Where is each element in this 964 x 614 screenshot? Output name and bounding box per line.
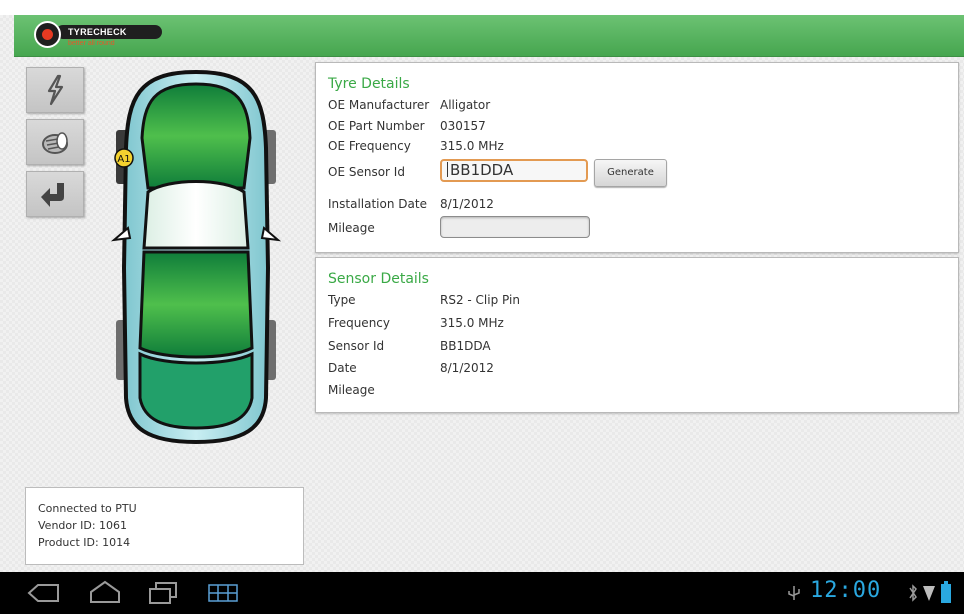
product-id: Product ID: 1014 xyxy=(38,536,131,549)
bluetooth-icon xyxy=(909,584,917,602)
mileage-label: Mileage xyxy=(328,221,375,235)
mileage-input[interactable] xyxy=(440,216,590,238)
sensor-type-label: Type xyxy=(328,293,356,307)
selected-wheel-badge-label: A1 xyxy=(117,154,130,165)
back-arrow-icon xyxy=(41,183,64,207)
recent-apps-icon[interactable] xyxy=(148,581,178,605)
brand-name: TYRECHECK xyxy=(56,25,162,39)
oe-sensor-id-value: BB1DDA xyxy=(450,161,514,179)
system-bar: 12:00 xyxy=(0,572,964,614)
brand-tagline: better all round xyxy=(68,40,115,47)
oe-frequency-label: OE Frequency xyxy=(328,139,411,153)
oe-part-number-label: OE Part Number xyxy=(328,119,425,133)
car-diagram: A1 xyxy=(110,69,282,445)
logo-mark-icon xyxy=(34,21,61,48)
tyre-button[interactable] xyxy=(26,119,84,165)
generate-button[interactable]: Generate xyxy=(594,159,667,187)
tyre-details-title: Tyre Details xyxy=(328,76,410,92)
sensor-mileage-label: Mileage xyxy=(328,383,375,397)
home-icon[interactable] xyxy=(88,580,122,604)
top-margin xyxy=(0,0,964,15)
oe-part-number-value: 030157 xyxy=(440,119,486,133)
sensor-id-label: Sensor Id xyxy=(328,339,385,353)
sensor-details-title: Sensor Details xyxy=(328,271,429,287)
usb-icon xyxy=(788,586,800,600)
back-icon[interactable] xyxy=(26,582,60,604)
keyboard-icon[interactable] xyxy=(208,584,238,602)
sensor-details-card: Sensor Details Type RS2 - Clip Pin Frequ… xyxy=(315,257,959,413)
tyrecheck-logo: TYRECHECK better all round xyxy=(34,21,164,51)
connection-status-panel: Connected to PTU Vendor ID: 1061 Product… xyxy=(25,487,304,565)
vendor-id: Vendor ID: 1061 xyxy=(38,519,128,532)
clock[interactable]: 12:00 xyxy=(810,578,881,603)
sensor-type-value: RS2 - Clip Pin xyxy=(440,293,520,307)
activate-sensor-button[interactable] xyxy=(26,67,84,113)
oe-sensor-id-input[interactable]: BB1DDA xyxy=(440,159,588,182)
back-button[interactable] xyxy=(26,171,84,217)
text-caret xyxy=(447,162,448,177)
oe-frequency-value: 315.0 MHz xyxy=(440,139,504,153)
battery-icon xyxy=(941,581,951,603)
signal-icon xyxy=(923,586,935,601)
connection-status: Connected to PTU xyxy=(38,502,137,515)
oe-manufacturer-value: Alligator xyxy=(440,98,491,112)
sensor-date-label: Date xyxy=(328,361,357,375)
tyre-details-card: Tyre Details OE Manufacturer Alligator O… xyxy=(315,62,959,253)
sensor-date-value: 8/1/2012 xyxy=(440,361,494,375)
sensor-frequency-label: Frequency xyxy=(328,316,390,330)
lightning-icon xyxy=(47,74,64,106)
app-header: TYRECHECK better all round xyxy=(14,15,964,57)
installation-date-label: Installation Date xyxy=(328,197,427,211)
installation-date-value: 8/1/2012 xyxy=(440,197,494,211)
oe-manufacturer-label: OE Manufacturer xyxy=(328,98,430,112)
oe-sensor-id-label: OE Sensor Id xyxy=(328,165,405,179)
tyre-icon xyxy=(42,132,68,154)
sensor-frequency-value: 315.0 MHz xyxy=(440,316,504,330)
sensor-id-value: BB1DDA xyxy=(440,339,491,353)
